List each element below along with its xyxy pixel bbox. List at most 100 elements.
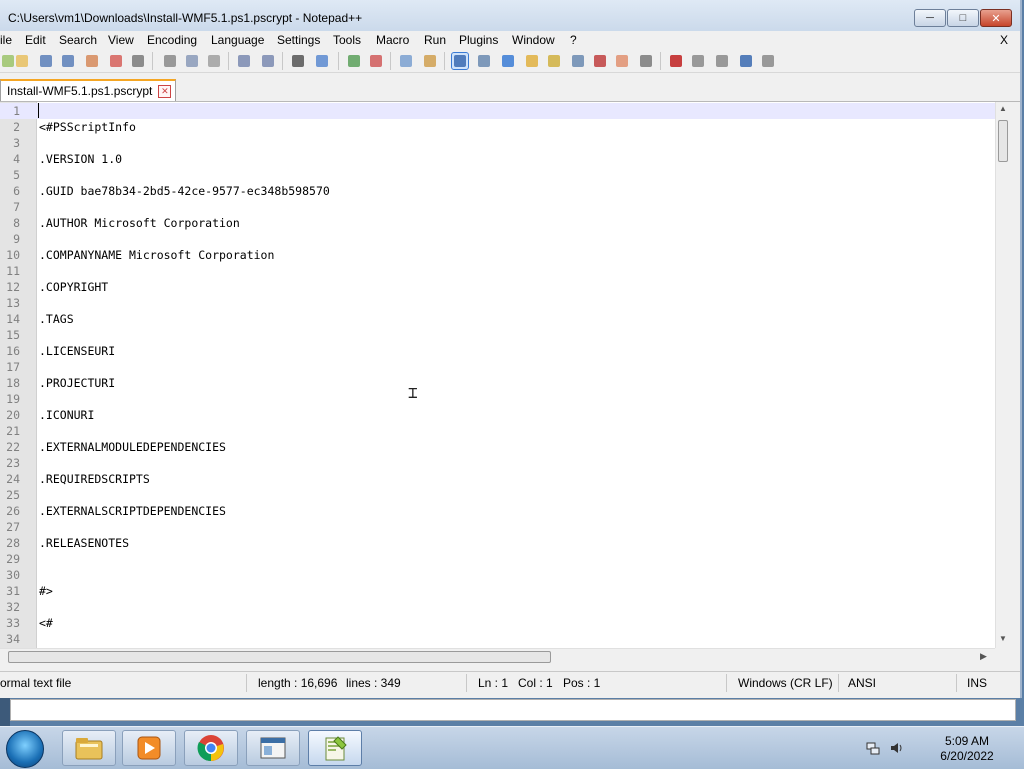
editor-line[interactable]: 34 (0, 631, 995, 647)
stop-macro-icon[interactable] (690, 53, 706, 69)
editor-line[interactable]: 24 .REQUIREDSCRIPTS (0, 471, 995, 487)
close-window-button[interactable]: ✕ (980, 9, 1012, 27)
editor-line[interactable]: 1 (0, 103, 995, 119)
line-text[interactable]: #> (39, 583, 53, 599)
menu-encoding[interactable]: Encoding (147, 33, 197, 47)
line-text[interactable]: .ICONURI (39, 407, 94, 423)
zoom-in-icon[interactable] (346, 53, 362, 69)
editor-line[interactable]: 11 (0, 263, 995, 279)
editor-line[interactable]: 26 .EXTERNALSCRIPTDEPENDENCIES (0, 503, 995, 519)
editor-line[interactable]: 4 .VERSION 1.0 (0, 151, 995, 167)
taskbar-explorer[interactable] (62, 730, 116, 766)
editor-line[interactable]: 25 (0, 487, 995, 503)
editor-line[interactable]: 27 (0, 519, 995, 535)
editor-line[interactable]: 6 .GUID bae78b34-2bd5-42ce-9577-ec348b598… (0, 183, 995, 199)
line-text[interactable]: .AUTHOR Microsoft Corporation (39, 215, 240, 231)
menu-settings[interactable]: Settings (277, 33, 320, 47)
system-clock[interactable]: 5:09 AM 6/20/2022 (930, 734, 1004, 764)
menu-edit[interactable]: Edit (25, 33, 46, 47)
editor-line[interactable]: 12 .COPYRIGHT (0, 279, 995, 295)
maximize-button[interactable]: □ (947, 9, 979, 27)
tab-close-icon[interactable]: ✕ (158, 84, 172, 98)
line-text[interactable]: <#PSScriptInfo (39, 119, 136, 135)
vertical-scrollbar[interactable]: ▲ ▼ (995, 102, 1010, 648)
editor-line[interactable]: 29 (0, 551, 995, 567)
minimize-button[interactable]: ─ (914, 9, 946, 27)
panel-icon[interactable] (614, 53, 630, 69)
save-icon[interactable] (38, 53, 54, 69)
save-all-icon[interactable] (60, 53, 76, 69)
editor-line[interactable]: 10 .COMPANYNAME Microsoft Corporation (0, 247, 995, 263)
open-file-icon[interactable] (14, 53, 30, 69)
start-button[interactable] (6, 730, 44, 768)
sync-vertical-icon[interactable] (398, 53, 414, 69)
line-text[interactable]: .EXTERNALMODULEDEPENDENCIES (39, 439, 226, 455)
undo-icon[interactable] (236, 53, 252, 69)
editor-line[interactable]: 8 .AUTHOR Microsoft Corporation (0, 215, 995, 231)
cut-icon[interactable] (162, 53, 178, 69)
close-all-icon[interactable] (108, 53, 124, 69)
menu-help[interactable]: ? (570, 33, 577, 47)
line-text[interactable]: .EXTERNALSCRIPTDEPENDENCIES (39, 503, 226, 519)
menu-search[interactable]: Search (59, 33, 97, 47)
redo-icon[interactable] (260, 53, 276, 69)
menu-macro[interactable]: Macro (376, 33, 409, 47)
word-wrap-icon[interactable] (451, 52, 469, 70)
editor-line[interactable]: 30 (0, 567, 995, 583)
run-macro-multiple-icon[interactable] (738, 53, 754, 69)
menu-view[interactable]: View (108, 33, 134, 47)
taskbar-notepadpp[interactable] (308, 730, 362, 766)
line-text[interactable]: .GUID bae78b34-2bd5-42ce-9577-ec348b5985… (39, 183, 330, 199)
menu-language[interactable]: Language (211, 33, 264, 47)
editor-line[interactable]: 9 (0, 231, 995, 247)
editor-line[interactable]: 18 .PROJECTURI (0, 375, 995, 391)
tab-install-wmf[interactable]: Install-WMF5.1.ps1.pscrypt ✕ (0, 79, 177, 101)
replace-icon[interactable] (314, 53, 330, 69)
paste-icon[interactable] (206, 53, 222, 69)
close-icon[interactable] (84, 53, 100, 69)
scroll-up-icon[interactable]: ▲ (999, 104, 1007, 113)
line-text[interactable]: <# (39, 615, 53, 631)
record-macro-icon[interactable] (668, 53, 684, 69)
taskbar-window-app[interactable] (246, 730, 300, 766)
volume-icon[interactable] (890, 741, 904, 755)
editor-line[interactable]: 21 (0, 423, 995, 439)
menu-run[interactable]: Run (424, 33, 446, 47)
vertical-scroll-thumb[interactable] (998, 120, 1008, 162)
editor-line[interactable]: 14 .TAGS (0, 311, 995, 327)
line-text[interactable]: .COPYRIGHT (39, 279, 108, 295)
close-document-button[interactable]: X (1000, 33, 1008, 47)
menu-window[interactable]: Window (512, 33, 555, 47)
line-text[interactable]: .REQUIREDSCRIPTS (39, 471, 150, 487)
menu-plugins[interactable]: Plugins (459, 33, 498, 47)
show-all-chars-icon[interactable] (476, 53, 492, 69)
indent-guide-icon[interactable] (500, 53, 516, 69)
editor-line[interactable]: 22 .EXTERNALMODULEDEPENDENCIES (0, 439, 995, 455)
editor-area[interactable]: 1 2 <#PSScriptInfo 3 4 .VERSION 1.0 5 6 .GUID ba… (0, 102, 995, 648)
find-icon[interactable] (290, 53, 306, 69)
line-text[interactable]: .LICENSEURI (39, 343, 115, 359)
menu-file[interactable]: ile (0, 33, 12, 47)
editor-line[interactable]: 13 (0, 295, 995, 311)
save-macro-icon[interactable] (760, 53, 776, 69)
editor-line[interactable]: 3 (0, 135, 995, 151)
sync-horizontal-icon[interactable] (422, 53, 438, 69)
play-macro-icon[interactable] (714, 53, 730, 69)
taskbar-media-player[interactable] (122, 730, 176, 766)
editor-line[interactable]: 20 .ICONURI (0, 407, 995, 423)
line-text[interactable]: .VERSION 1.0 (39, 151, 122, 167)
editor-line[interactable]: 23 (0, 455, 995, 471)
editor-line[interactable]: 7 (0, 199, 995, 215)
function-list-icon[interactable] (546, 53, 562, 69)
line-text[interactable]: .TAGS (39, 311, 74, 327)
editor-line[interactable]: 33 <# (0, 615, 995, 631)
document-map-icon[interactable] (524, 53, 540, 69)
scroll-down-icon[interactable]: ▼ (999, 634, 1007, 643)
horizontal-scrollbar[interactable]: ▶ (0, 648, 995, 665)
menu-tools[interactable]: Tools (333, 33, 361, 47)
print-icon[interactable] (130, 53, 146, 69)
editor-line[interactable]: 17 (0, 359, 995, 375)
editor-line[interactable]: 5 (0, 167, 995, 183)
editor-line[interactable]: 31 #> (0, 583, 995, 599)
copy-icon[interactable] (184, 53, 200, 69)
